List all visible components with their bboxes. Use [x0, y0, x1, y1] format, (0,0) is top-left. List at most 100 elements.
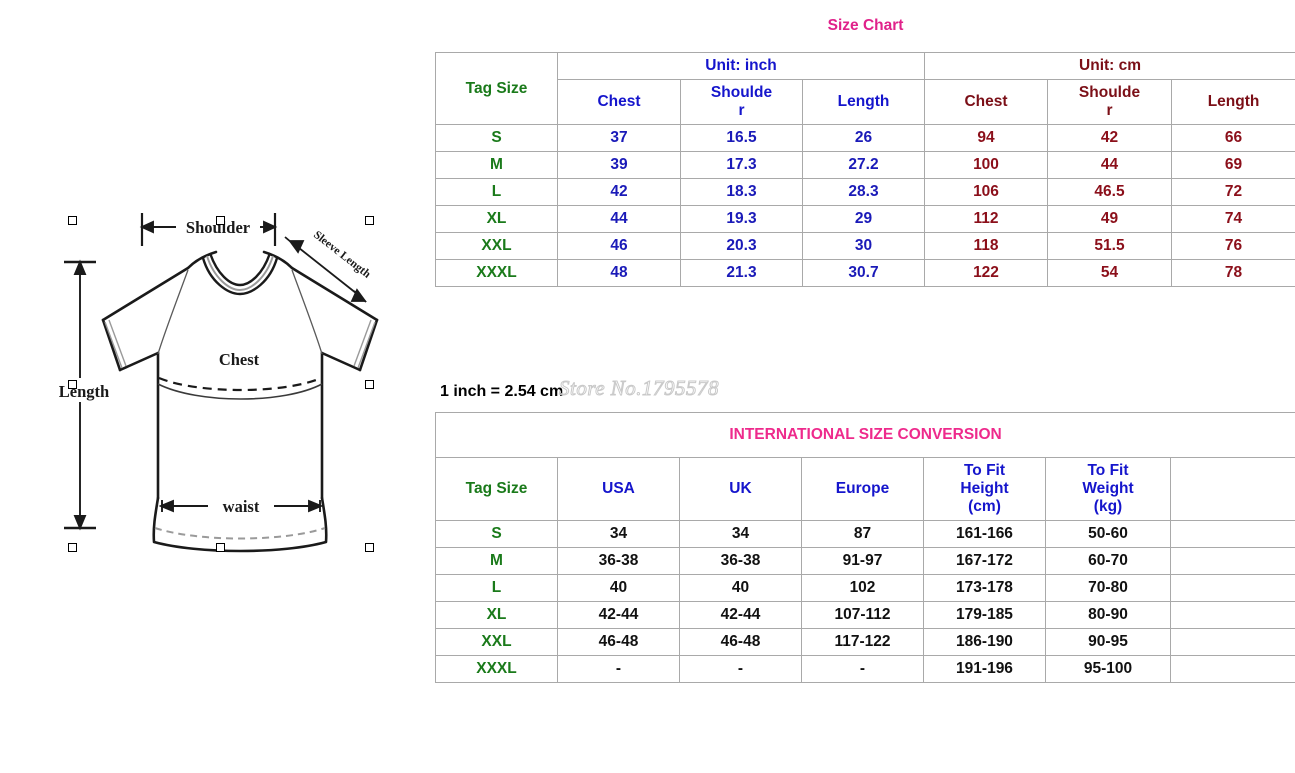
intl-uk-l: 40: [679, 574, 802, 602]
size-chart-cm-shoulder-xxxl: 54: [1047, 259, 1172, 287]
size-chart-unit-row: Tag Size Unit: inch Unit: cm: [435, 52, 1295, 125]
size-chart-tag-m: M: [435, 151, 558, 179]
intl-header-spacer: [1169, 457, 1295, 521]
intl-header-height-line3: (cm): [968, 498, 1001, 515]
store-watermark: Store No.1795578: [558, 376, 720, 401]
size-chart-cm-shoulder-xxl: 51.5: [1047, 232, 1172, 260]
size-chart-in-shoulder-s: 16.5: [680, 124, 803, 152]
header-inch-shoulder: Shoulde r: [680, 79, 803, 125]
table-row: S 37 16.5 26 94 42 66: [435, 124, 1295, 152]
size-chart-in-chest-xxxl: 48: [557, 259, 681, 287]
unit-inch-header: Unit: inch: [557, 52, 925, 80]
size-chart-page: Shoulder Sleeve Length Chest Length wais…: [0, 0, 1295, 773]
size-chart-tag-xxl: XXL: [435, 232, 558, 260]
table-row: S 34 34 87 161-166 50-60: [435, 520, 1295, 548]
header-cm-shoulder: Shoulde r: [1047, 79, 1172, 125]
selection-handle-top-center[interactable]: [216, 216, 225, 225]
header-cm-shoulder-line2: r: [1106, 102, 1113, 119]
intl-tag-xxl: XXL: [435, 628, 558, 656]
size-chart-title-row: Size Chart: [435, 0, 1295, 53]
size-chart-in-shoulder-m: 17.3: [680, 151, 803, 179]
intl-header-uk: UK: [679, 457, 802, 521]
size-chart-in-length-xl: 29: [802, 205, 925, 233]
size-chart-tag-s: S: [435, 124, 558, 152]
selection-handle-bottom-left[interactable]: [68, 543, 77, 552]
size-chart-cm-length-l: 72: [1170, 178, 1295, 206]
size-chart-table: Size Chart Tag Size Unit: inch Unit: cm …: [435, 0, 1295, 287]
size-chart-in-length-xxl: 30: [802, 232, 925, 260]
intl-europe-m: 91-97: [801, 547, 924, 575]
size-chart-in-chest-s: 37: [557, 124, 681, 152]
intl-tag-size-header: Tag Size: [435, 457, 558, 521]
size-chart-tag-l: L: [435, 178, 558, 206]
size-chart-tag-xxxl: XXXL: [435, 259, 558, 287]
size-chart-table-wrap: Size Chart Tag Size Unit: inch Unit: cm …: [435, 0, 1295, 287]
selection-handle-middle-left[interactable]: [68, 380, 77, 389]
intl-row-spacer: [1169, 628, 1295, 656]
size-chart-cm-shoulder-m: 44: [1047, 151, 1172, 179]
size-chart-in-chest-l: 42: [557, 178, 681, 206]
intl-tag-l: L: [435, 574, 558, 602]
tshirt-diagram-panel: Shoulder Sleeve Length Chest Length wais…: [0, 0, 435, 773]
intl-header-weight-line3: (kg): [1093, 498, 1123, 515]
international-size-table-wrap: INTERNATIONAL SIZE CONVERSION Tag Size U…: [434, 412, 1295, 683]
intl-europe-s: 87: [801, 520, 924, 548]
table-row: XL 42-44 42-44 107-112 179-185 80-90: [435, 601, 1295, 629]
intl-tag-m: M: [435, 547, 558, 575]
size-chart-cm-chest-l: 106: [924, 178, 1048, 206]
sleeve-length-label: Sleeve Length: [311, 229, 373, 281]
intl-weight-xl: 80-90: [1045, 601, 1171, 629]
header-inch-shoulder-line1: Shoulde: [710, 84, 773, 101]
intl-uk-s: 34: [679, 520, 802, 548]
intl-weight-m: 60-70: [1045, 547, 1171, 575]
waist-label: waist: [223, 497, 260, 516]
intl-usa-m: 36-38: [557, 547, 680, 575]
intl-title-row: INTERNATIONAL SIZE CONVERSION: [434, 412, 1295, 458]
selection-handle-top-left[interactable]: [68, 216, 77, 225]
length-label: Length: [59, 382, 109, 401]
intl-uk-m: 36-38: [679, 547, 802, 575]
intl-row-spacer: [1169, 520, 1295, 548]
conversion-note-strip: 1 inch = 2.54 cm Store No.1795578: [435, 373, 1295, 412]
size-chart-cm-chest-xl: 112: [924, 205, 1048, 233]
header-inch-length: Length: [802, 79, 925, 125]
intl-usa-s: 34: [557, 520, 680, 548]
intl-usa-l: 40: [557, 574, 680, 602]
intl-header-row: Tag Size USA UK Europe To Fit Height (cm…: [435, 457, 1295, 521]
intl-usa-xxl: 46-48: [557, 628, 680, 656]
selection-handle-top-right[interactable]: [365, 216, 374, 225]
header-inch-chest: Chest: [557, 79, 681, 125]
intl-header-europe: Europe: [801, 457, 924, 521]
selection-handle-middle-right[interactable]: [365, 380, 374, 389]
size-chart-cm-chest-xxxl: 122: [924, 259, 1048, 287]
selection-handle-bottom-right[interactable]: [365, 543, 374, 552]
size-chart-in-length-m: 27.2: [802, 151, 925, 179]
intl-header-height: To Fit Height (cm): [923, 457, 1046, 521]
intl-tag-xl: XL: [435, 601, 558, 629]
table-row: XXXL 48 21.3 30.7 122 54 78: [435, 259, 1295, 287]
intl-height-m: 167-172: [923, 547, 1046, 575]
intl-tag-s: S: [435, 520, 558, 548]
table-row: XXXL - - -191-196 95-100: [435, 655, 1295, 683]
header-cm-shoulder-line1: Shoulde: [1078, 84, 1141, 101]
table-row: M 39 17.3 27.2 100 44 69: [435, 151, 1295, 179]
selection-handle-bottom-center[interactable]: [216, 543, 225, 552]
intl-row-spacer: [1169, 574, 1295, 602]
intl-height-xxl: 186-190: [923, 628, 1046, 656]
table-row: XL 44 19.3 29 112 49 74: [435, 205, 1295, 233]
size-chart-in-chest-xl: 44: [557, 205, 681, 233]
size-chart-cm-length-s: 66: [1170, 124, 1295, 152]
table-row: XXL 46 20.3 30 118 51.5 76: [435, 232, 1295, 260]
intl-europe-xl: 107-112: [801, 601, 924, 629]
intl-height-xxxl: 191-196: [923, 655, 1046, 683]
intl-header-weight-line2: Weight: [1082, 480, 1134, 497]
intl-uk-xl: 42-44: [679, 601, 802, 629]
chest-label: Chest: [219, 350, 260, 369]
international-size-table: INTERNATIONAL SIZE CONVERSION Tag Size U…: [434, 412, 1295, 683]
size-chart-in-length-l: 28.3: [802, 178, 925, 206]
header-inch-shoulder-line2: r: [738, 102, 745, 119]
intl-header-weight-line1: To Fit: [1087, 462, 1129, 479]
size-chart-title: Size Chart: [435, 0, 1295, 53]
header-cm-chest: Chest: [924, 79, 1048, 125]
intl-header-height-line1: To Fit: [963, 462, 1006, 479]
